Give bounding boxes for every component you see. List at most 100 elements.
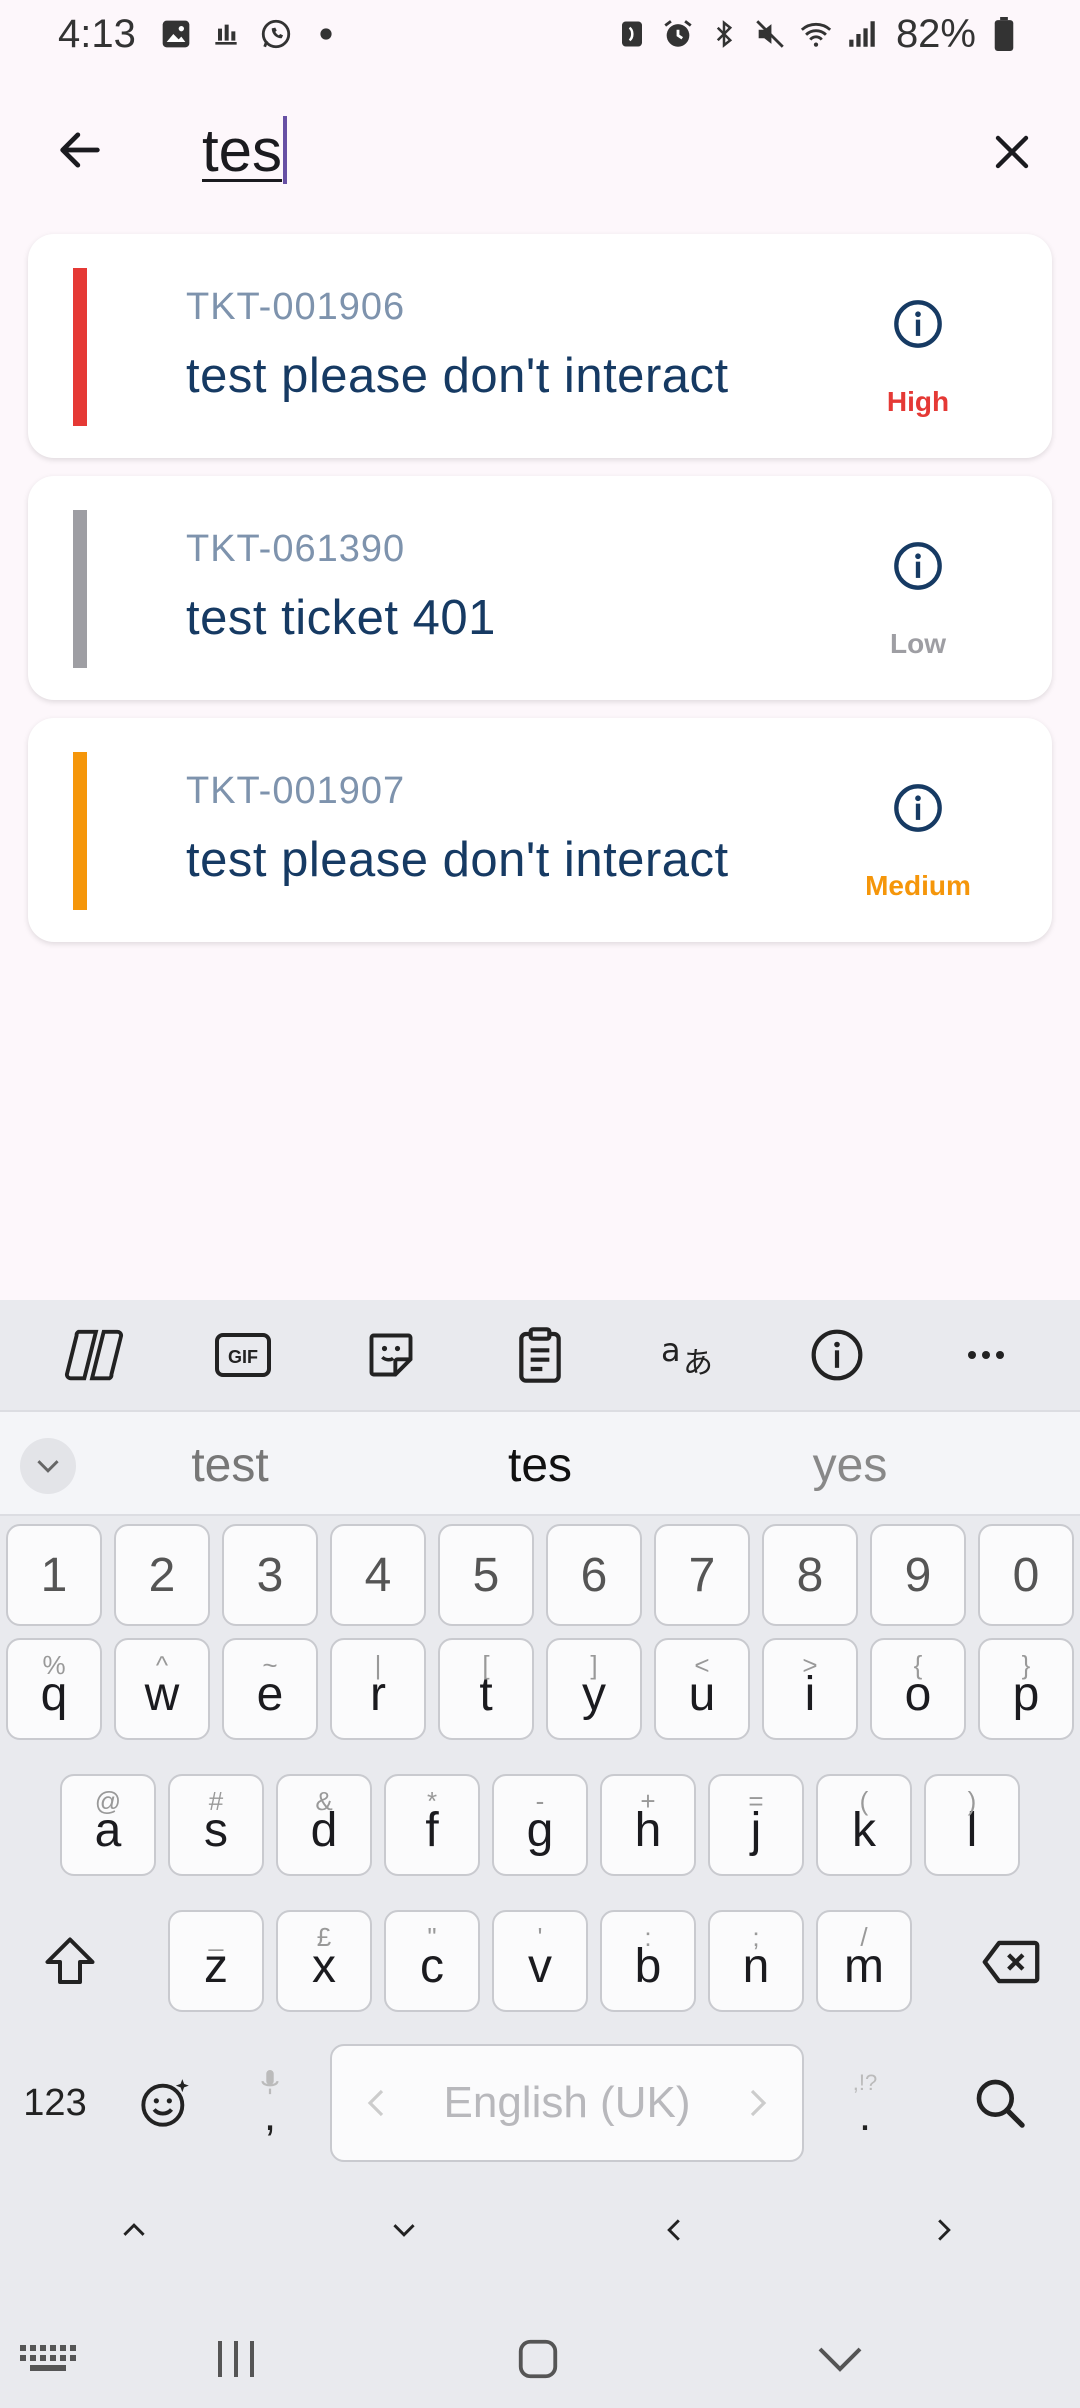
more-options-button[interactable]	[946, 1315, 1026, 1395]
key-0[interactable]: 0	[978, 1524, 1074, 1626]
key-9[interactable]: 9	[870, 1524, 966, 1626]
spacebar-language-label: English (UK)	[443, 2078, 691, 2127]
key-y[interactable]: ] y	[546, 1638, 642, 1740]
key-hint: |	[374, 1650, 382, 1680]
info-icon	[811, 1329, 863, 1381]
arrow-back-icon	[60, 132, 100, 168]
suggestion-2[interactable]: tes	[440, 1412, 640, 1518]
backspace-key[interactable]	[966, 1910, 1056, 2014]
key-u[interactable]: < u	[654, 1638, 750, 1740]
ticket-card[interactable]: TKT-061390 test ticket 401 Low	[28, 476, 1052, 700]
emoji-key[interactable]	[120, 2044, 210, 2162]
clear-search-button[interactable]	[972, 112, 1052, 192]
key-hint: ;	[752, 1922, 760, 1952]
key-hint: #	[208, 1786, 224, 1816]
chevron-left-icon	[367, 2089, 384, 2117]
key-n[interactable]: ; n	[708, 1910, 804, 2012]
key-e[interactable]: ~ e	[222, 1638, 318, 1740]
info-icon	[894, 300, 942, 348]
key-l[interactable]: ) l	[924, 1774, 1020, 1876]
translate-button[interactable]: aあ	[649, 1315, 729, 1395]
key-hint: +	[640, 1786, 656, 1816]
cursor-left-button[interactable]	[644, 2200, 704, 2260]
emoji-icon	[141, 2079, 189, 2127]
svg-text:あ: あ	[683, 1346, 713, 1381]
key-v[interactable]: ' v	[492, 1910, 588, 2012]
keyboard-switch-button[interactable]	[8, 2324, 88, 2394]
key-g[interactable]: -g	[492, 1774, 588, 1876]
key-2[interactable]: 2	[114, 1524, 210, 1626]
sticker-button[interactable]	[351, 1315, 431, 1395]
info-button[interactable]	[797, 1315, 877, 1395]
spacebar[interactable]: English (UK)	[330, 2044, 804, 2162]
key-a[interactable]: @ a	[60, 1774, 156, 1876]
collapse-suggestions-button[interactable]	[20, 1438, 76, 1494]
key-j[interactable]: = j	[708, 1774, 804, 1876]
search-key[interactable]	[950, 2044, 1050, 2162]
key-4[interactable]: 4	[330, 1524, 426, 1626]
app-notification-icon	[208, 16, 244, 52]
ticket-card[interactable]: TKT-001907 test please don't interact Me…	[28, 718, 1052, 942]
key-6[interactable]: 6	[546, 1524, 642, 1626]
chevron-down-icon	[37, 1460, 59, 1473]
ticket-info-button[interactable]	[890, 538, 946, 594]
hide-keyboard-button[interactable]	[800, 2324, 880, 2394]
shift-key[interactable]	[30, 1910, 110, 2014]
key-k[interactable]: (k	[816, 1774, 912, 1876]
key-5[interactable]: 5	[438, 1524, 534, 1626]
ticket-info-button[interactable]	[890, 296, 946, 352]
suggestion-1[interactable]: test	[130, 1412, 330, 1518]
key-d[interactable]: & d	[276, 1774, 372, 1876]
clipboard-button[interactable]	[500, 1315, 580, 1395]
whatsapp-notification-icon	[258, 16, 294, 52]
gallery-notification-icon	[158, 16, 194, 52]
key-hint: %	[42, 1650, 66, 1680]
key-hint: ~	[262, 1650, 278, 1680]
key-h[interactable]: + h	[600, 1774, 696, 1876]
key-b[interactable]: :b	[600, 1910, 696, 2012]
key-c[interactable]: " c	[384, 1910, 480, 2012]
ticket-title: test ticket 401	[186, 591, 496, 645]
recent-apps-button[interactable]	[196, 2324, 276, 2394]
ticket-info-button[interactable]	[890, 780, 946, 836]
key-o[interactable]: {o	[870, 1638, 966, 1740]
key-m[interactable]: / m	[816, 1910, 912, 2012]
key-x[interactable]: £ x	[276, 1910, 372, 2012]
gif-icon: GIF	[214, 1333, 271, 1377]
key-z[interactable]: _ z	[168, 1910, 264, 2012]
ticket-title: test please don't interact	[186, 833, 729, 887]
ticket-card[interactable]: TKT-001906 test please don't interact Hi…	[28, 234, 1052, 458]
key-w[interactable]: ^ w	[114, 1638, 210, 1740]
ticket-id: TKT-001906	[186, 286, 406, 328]
search-input[interactable]: tes	[202, 108, 288, 192]
translate-icon: aあ	[661, 1331, 713, 1381]
back-button[interactable]	[40, 110, 120, 190]
key-7[interactable]: 7	[654, 1524, 750, 1626]
key-r[interactable]: | r	[330, 1638, 426, 1740]
key-q[interactable]: % q	[6, 1638, 102, 1740]
cursor-up-button[interactable]	[104, 2200, 164, 2260]
key-s[interactable]: # s	[168, 1774, 264, 1876]
cursor-right-button[interactable]	[914, 2200, 974, 2260]
info-icon	[894, 542, 942, 590]
key-p[interactable]: } p	[978, 1638, 1074, 1740]
key-hint: =	[748, 1786, 764, 1816]
home-button[interactable]	[498, 2324, 578, 2394]
key-f[interactable]: * f	[384, 1774, 480, 1876]
key-i[interactable]: > i	[762, 1638, 858, 1740]
key-8[interactable]: 8	[762, 1524, 858, 1626]
cursor-down-button[interactable]	[374, 2200, 434, 2260]
gif-button[interactable]: GIF	[203, 1315, 283, 1395]
key-1[interactable]: 1	[6, 1524, 102, 1626]
chevron-up-icon	[123, 2223, 145, 2236]
period-key[interactable]: ,!? .	[820, 2044, 910, 2162]
key-3[interactable]: 3	[222, 1524, 318, 1626]
copilot-button[interactable]	[54, 1315, 134, 1395]
priority-indicator	[73, 752, 87, 910]
comma-key[interactable]: ,	[230, 2044, 310, 2162]
symbols-key[interactable]: 123	[10, 2044, 100, 2162]
suggestion-3[interactable]: yes	[750, 1412, 950, 1518]
key-t[interactable]: [t	[438, 1638, 534, 1740]
more-horizontal-icon	[967, 1351, 1004, 1359]
number-row: 1 2 3 4 5 6 7 8 9 0	[0, 1524, 1080, 1628]
